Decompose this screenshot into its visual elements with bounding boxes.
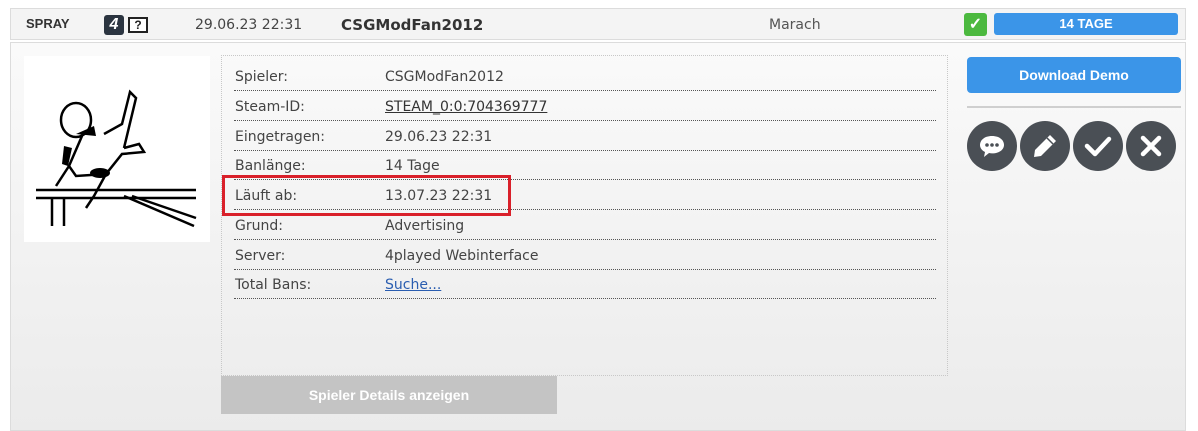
detail-label: Steam-ID:: [235, 99, 305, 115]
detail-label: Banlänge:: [235, 158, 306, 174]
edit-button[interactable]: [1020, 121, 1070, 171]
detail-row-player: Spieler: CSGModFan2012: [234, 62, 936, 91]
detail-label: Total Bans:: [235, 277, 312, 293]
spray-image: [24, 56, 210, 242]
search-bans-link[interactable]: Suche...: [385, 277, 441, 293]
detail-label: Eingetragen:: [235, 129, 326, 145]
ban-type: SPRAY: [26, 16, 70, 31]
remove-button[interactable]: [1126, 121, 1176, 171]
unknown-icon: ?: [128, 17, 148, 33]
approve-button[interactable]: [1073, 121, 1123, 171]
detail-value: Advertising: [385, 218, 465, 234]
ban-datetime: 29.06.23 22:31: [195, 17, 303, 33]
ban-header-row[interactable]: SPRAY 4 ? 29.06.23 22:31 CSGModFan2012 M…: [10, 8, 1186, 40]
detail-row-total-bans: Total Bans: Suche...: [234, 270, 936, 299]
duration-badge: 14 TAGE: [994, 13, 1178, 35]
comment-button[interactable]: [967, 121, 1017, 171]
divider: [967, 106, 1181, 108]
game-icon: 4: [104, 15, 124, 35]
check-icon: [1084, 136, 1112, 157]
ban-detail-panel: Spieler: CSGModFan2012 Steam-ID: STEAM_0…: [10, 42, 1186, 431]
show-player-details-button[interactable]: Spieler Details anzeigen: [221, 376, 557, 414]
detail-row-server: Server: 4played Webinterface: [234, 241, 936, 270]
edit-icon: [1034, 135, 1056, 157]
detail-row-registered: Eingetragen: 29.06.23 22:31: [234, 122, 936, 151]
detail-label: Server:: [235, 248, 286, 264]
detail-row-steam-id: Steam-ID: STEAM_0:0:704369777: [234, 92, 936, 121]
comment-icon: [980, 136, 1004, 157]
detail-value: 14 Tage: [385, 158, 440, 174]
close-icon: [1140, 135, 1162, 157]
detail-label: Spieler:: [235, 69, 289, 85]
player-name: CSGModFan2012: [341, 16, 484, 34]
admin-name: Marach: [769, 17, 821, 33]
expiry-highlight-box: [222, 175, 511, 216]
steam-id-link[interactable]: STEAM_0:0:704369777: [385, 99, 547, 115]
detail-value: 4played Webinterface: [385, 248, 539, 264]
detail-label: Grund:: [235, 218, 283, 234]
detail-value: 29.06.23 22:31: [385, 129, 493, 145]
detail-value: CSGModFan2012: [385, 69, 504, 85]
download-demo-button[interactable]: Download Demo: [967, 57, 1181, 93]
active-check-icon: ✓: [964, 13, 987, 36]
